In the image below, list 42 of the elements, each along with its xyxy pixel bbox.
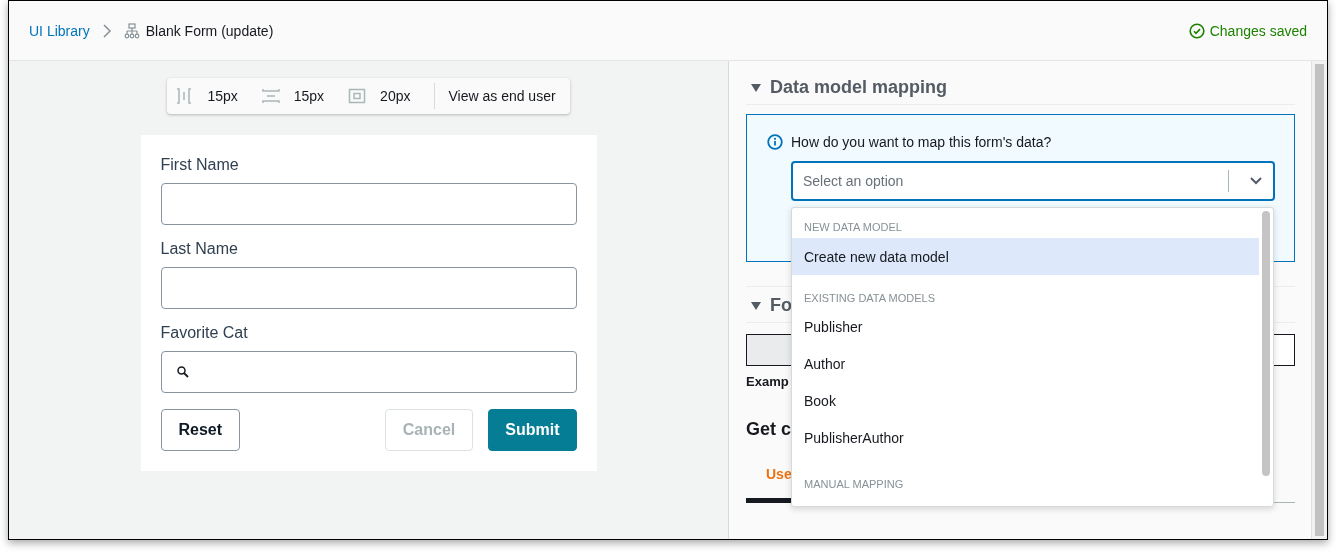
- question-text: How do you want to map this form's data?: [791, 134, 1052, 150]
- check-circle-icon: [1188, 22, 1205, 39]
- dropdown-option[interactable]: PublisherAuthor: [792, 419, 1259, 456]
- section-heading: Fo: [770, 295, 792, 316]
- input-field[interactable]: [160, 183, 577, 225]
- dropdown-option[interactable]: Author: [792, 345, 1259, 382]
- scrollbar-thumb[interactable]: [1262, 211, 1270, 476]
- group-label: EXISTING DATA MODELS: [803, 291, 936, 306]
- horizontal-spacing-icon: [175, 87, 194, 105]
- view-as-end-user-button[interactable]: View as end user: [448, 88, 556, 104]
- spacing-value[interactable]: 20px: [380, 88, 411, 104]
- input-field[interactable]: [160, 267, 577, 309]
- chevron-down-icon: [1249, 176, 1263, 186]
- field-label: First Name: [160, 155, 240, 174]
- field-label: Last Name: [160, 239, 239, 258]
- dropdown-option[interactable]: Publisher: [792, 308, 1259, 345]
- caret-down-icon[interactable]: [750, 81, 762, 94]
- vertical-spacing-icon: [261, 87, 280, 105]
- form-button[interactable]: Submit: [488, 409, 577, 451]
- spacing-value[interactable]: 15px: [207, 88, 238, 104]
- example-label: Examp: [746, 374, 790, 389]
- chevron-right-icon: [101, 22, 112, 39]
- input-field[interactable]: [160, 351, 577, 393]
- scrollbar[interactable]: [1311, 61, 1327, 539]
- dropdown-option[interactable]: Book: [792, 382, 1259, 419]
- section-heading: Data model mapping: [770, 77, 948, 98]
- form-button[interactable]: Reset: [160, 409, 241, 451]
- status-text: Changes saved: [1209, 22, 1307, 39]
- field-label: Favorite Cat: [160, 323, 249, 342]
- hierarchy-icon: [123, 22, 140, 39]
- search-icon: [175, 365, 190, 379]
- info-icon: [767, 134, 783, 150]
- section-heading: Get c: [746, 419, 792, 440]
- group-label: MANUAL MAPPING: [803, 477, 905, 492]
- spacing-value[interactable]: 15px: [293, 88, 325, 104]
- breadcrumb-current: Blank Form (update): [145, 22, 274, 39]
- padding-icon: [348, 87, 367, 105]
- dropdown-option[interactable]: Create new data model: [792, 238, 1259, 275]
- group-label: NEW DATA MODEL: [803, 220, 903, 235]
- select-field[interactable]: Select an option: [791, 161, 1275, 201]
- caret-down-icon[interactable]: [750, 299, 762, 312]
- breadcrumb-link[interactable]: UI Library: [29, 22, 90, 39]
